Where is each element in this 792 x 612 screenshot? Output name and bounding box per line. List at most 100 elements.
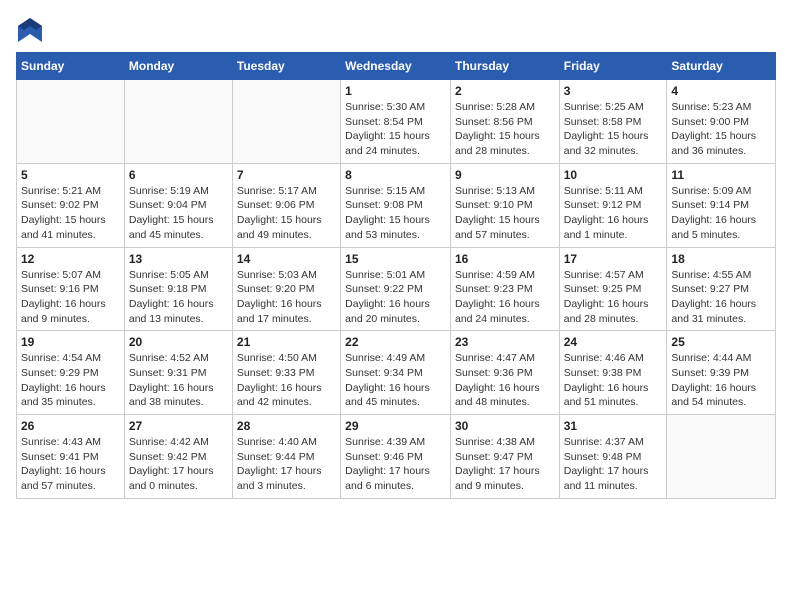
day-info: Sunrise: 5:07 AM Sunset: 9:16 PM Dayligh… [21, 268, 120, 327]
calendar-cell: 12 Sunrise: 5:07 AM Sunset: 9:16 PM Dayli… [17, 247, 125, 331]
day-number: 31 [564, 419, 663, 433]
calendar-cell: 9 Sunrise: 5:13 AM Sunset: 9:10 PM Daylig… [450, 163, 559, 247]
calendar-week-row: 12 Sunrise: 5:07 AM Sunset: 9:16 PM Dayli… [17, 247, 776, 331]
calendar-cell: 27 Sunrise: 4:42 AM Sunset: 9:42 PM Dayli… [124, 415, 232, 499]
col-header-sunday: Sunday [17, 53, 125, 80]
calendar-cell: 26 Sunrise: 4:43 AM Sunset: 9:41 PM Dayli… [17, 415, 125, 499]
day-info: Sunrise: 5:03 AM Sunset: 9:20 PM Dayligh… [237, 268, 336, 327]
day-number: 20 [129, 335, 228, 349]
day-number: 29 [345, 419, 446, 433]
calendar-cell: 29 Sunrise: 4:39 AM Sunset: 9:46 PM Dayli… [341, 415, 451, 499]
calendar-cell: 7 Sunrise: 5:17 AM Sunset: 9:06 PM Daylig… [232, 163, 340, 247]
day-number: 15 [345, 252, 446, 266]
day-info: Sunrise: 5:13 AM Sunset: 9:10 PM Dayligh… [455, 184, 555, 243]
day-info: Sunrise: 4:44 AM Sunset: 9:39 PM Dayligh… [671, 351, 771, 410]
day-number: 16 [455, 252, 555, 266]
day-info: Sunrise: 4:52 AM Sunset: 9:31 PM Dayligh… [129, 351, 228, 410]
calendar-week-row: 26 Sunrise: 4:43 AM Sunset: 9:41 PM Dayli… [17, 415, 776, 499]
day-info: Sunrise: 4:42 AM Sunset: 9:42 PM Dayligh… [129, 435, 228, 494]
day-number: 26 [21, 419, 120, 433]
day-info: Sunrise: 4:59 AM Sunset: 9:23 PM Dayligh… [455, 268, 555, 327]
day-info: Sunrise: 4:43 AM Sunset: 9:41 PM Dayligh… [21, 435, 120, 494]
day-info: Sunrise: 4:46 AM Sunset: 9:38 PM Dayligh… [564, 351, 663, 410]
day-info: Sunrise: 4:39 AM Sunset: 9:46 PM Dayligh… [345, 435, 446, 494]
calendar-cell: 16 Sunrise: 4:59 AM Sunset: 9:23 PM Dayli… [450, 247, 559, 331]
calendar-cell: 14 Sunrise: 5:03 AM Sunset: 9:20 PM Dayli… [232, 247, 340, 331]
day-info: Sunrise: 5:23 AM Sunset: 9:00 PM Dayligh… [671, 100, 771, 159]
day-number: 18 [671, 252, 771, 266]
day-number: 11 [671, 168, 771, 182]
day-number: 25 [671, 335, 771, 349]
calendar-cell: 31 Sunrise: 4:37 AM Sunset: 9:48 PM Dayli… [559, 415, 667, 499]
calendar-cell: 6 Sunrise: 5:19 AM Sunset: 9:04 PM Daylig… [124, 163, 232, 247]
calendar-week-row: 5Sunrise: 5:21 AM Sunset: 9:02 PM Daylig… [17, 163, 776, 247]
day-info: Sunrise: 4:57 AM Sunset: 9:25 PM Dayligh… [564, 268, 663, 327]
calendar-cell: 5Sunrise: 5:21 AM Sunset: 9:02 PM Daylig… [17, 163, 125, 247]
day-number: 13 [129, 252, 228, 266]
calendar-cell: 30Sunrise: 4:38 AM Sunset: 9:47 PM Dayli… [450, 415, 559, 499]
calendar-cell: 19Sunrise: 4:54 AM Sunset: 9:29 PM Dayli… [17, 331, 125, 415]
day-info: Sunrise: 4:40 AM Sunset: 9:44 PM Dayligh… [237, 435, 336, 494]
calendar-header-row: SundayMondayTuesdayWednesdayThursdayFrid… [17, 53, 776, 80]
day-number: 24 [564, 335, 663, 349]
day-info: Sunrise: 5:25 AM Sunset: 8:58 PM Dayligh… [564, 100, 663, 159]
calendar-cell: 17 Sunrise: 4:57 AM Sunset: 9:25 PM Dayli… [559, 247, 667, 331]
day-info: Sunrise: 4:38 AM Sunset: 9:47 PM Dayligh… [455, 435, 555, 494]
logo [16, 16, 46, 44]
calendar-week-row: 19Sunrise: 4:54 AM Sunset: 9:29 PM Dayli… [17, 331, 776, 415]
day-number: 27 [129, 419, 228, 433]
col-header-monday: Monday [124, 53, 232, 80]
day-info: Sunrise: 5:01 AM Sunset: 9:22 PM Dayligh… [345, 268, 446, 327]
day-number: 5 [21, 168, 120, 182]
calendar-cell: 15 Sunrise: 5:01 AM Sunset: 9:22 PM Dayli… [341, 247, 451, 331]
day-info: Sunrise: 5:30 AM Sunset: 8:54 PM Dayligh… [345, 100, 446, 159]
calendar-cell: 21 Sunrise: 4:50 AM Sunset: 9:33 PM Dayli… [232, 331, 340, 415]
calendar-table: SundayMondayTuesdayWednesdayThursdayFrid… [16, 52, 776, 499]
day-number: 10 [564, 168, 663, 182]
day-number: 28 [237, 419, 336, 433]
col-header-friday: Friday [559, 53, 667, 80]
day-info: Sunrise: 5:17 AM Sunset: 9:06 PM Dayligh… [237, 184, 336, 243]
day-info: Sunrise: 5:19 AM Sunset: 9:04 PM Dayligh… [129, 184, 228, 243]
col-header-wednesday: Wednesday [341, 53, 451, 80]
day-number: 4 [671, 84, 771, 98]
day-number: 1 [345, 84, 446, 98]
day-number: 6 [129, 168, 228, 182]
col-header-saturday: Saturday [667, 53, 776, 80]
day-info: Sunrise: 5:28 AM Sunset: 8:56 PM Dayligh… [455, 100, 555, 159]
day-info: Sunrise: 5:11 AM Sunset: 9:12 PM Dayligh… [564, 184, 663, 243]
page-header [16, 16, 776, 44]
calendar-cell [232, 80, 340, 164]
day-number: 3 [564, 84, 663, 98]
day-info: Sunrise: 4:50 AM Sunset: 9:33 PM Dayligh… [237, 351, 336, 410]
calendar-cell: 11Sunrise: 5:09 AM Sunset: 9:14 PM Dayli… [667, 163, 776, 247]
calendar-cell: 2 Sunrise: 5:28 AM Sunset: 8:56 PM Daylig… [450, 80, 559, 164]
calendar-cell: 18 Sunrise: 4:55 AM Sunset: 9:27 PM Dayli… [667, 247, 776, 331]
day-info: Sunrise: 4:55 AM Sunset: 9:27 PM Dayligh… [671, 268, 771, 327]
day-info: Sunrise: 4:37 AM Sunset: 9:48 PM Dayligh… [564, 435, 663, 494]
calendar-cell: 23Sunrise: 4:47 AM Sunset: 9:36 PM Dayli… [450, 331, 559, 415]
calendar-cell: 28 Sunrise: 4:40 AM Sunset: 9:44 PM Dayli… [232, 415, 340, 499]
day-number: 21 [237, 335, 336, 349]
calendar-cell: 3 Sunrise: 5:25 AM Sunset: 8:58 PM Daylig… [559, 80, 667, 164]
calendar-cell: 20 Sunrise: 4:52 AM Sunset: 9:31 PM Dayli… [124, 331, 232, 415]
day-number: 9 [455, 168, 555, 182]
calendar-cell [17, 80, 125, 164]
day-number: 14 [237, 252, 336, 266]
day-number: 7 [237, 168, 336, 182]
day-info: Sunrise: 4:47 AM Sunset: 9:36 PM Dayligh… [455, 351, 555, 410]
day-number: 2 [455, 84, 555, 98]
calendar-cell: 25 Sunrise: 4:44 AM Sunset: 9:39 PM Dayli… [667, 331, 776, 415]
calendar-cell: 1 Sunrise: 5:30 AM Sunset: 8:54 PM Daylig… [341, 80, 451, 164]
calendar-cell: 13 Sunrise: 5:05 AM Sunset: 9:18 PM Dayli… [124, 247, 232, 331]
day-number: 8 [345, 168, 446, 182]
calendar-week-row: 1 Sunrise: 5:30 AM Sunset: 8:54 PM Daylig… [17, 80, 776, 164]
logo-icon [16, 16, 44, 44]
day-info: Sunrise: 5:05 AM Sunset: 9:18 PM Dayligh… [129, 268, 228, 327]
col-header-thursday: Thursday [450, 53, 559, 80]
day-info: Sunrise: 4:54 AM Sunset: 9:29 PM Dayligh… [21, 351, 120, 410]
col-header-tuesday: Tuesday [232, 53, 340, 80]
calendar-cell: 4 Sunrise: 5:23 AM Sunset: 9:00 PM Daylig… [667, 80, 776, 164]
day-number: 17 [564, 252, 663, 266]
day-number: 12 [21, 252, 120, 266]
